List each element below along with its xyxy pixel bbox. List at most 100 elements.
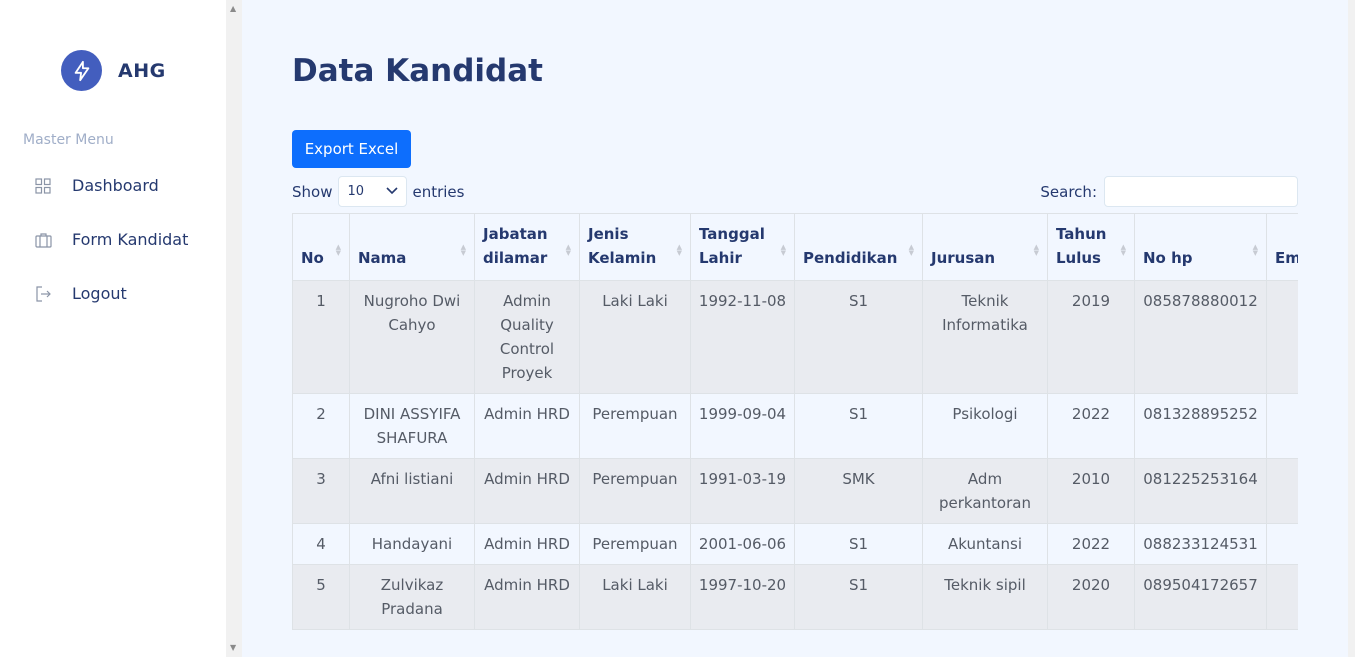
table-row: 5 Zulvikaz Pradana Admin HRD Laki Laki 1997-… — [292, 564, 1298, 630]
column-header-jabatan[interactable]: Jabatan dilamar ▲ ▼ — [474, 213, 580, 281]
table-cell: Adm perkantoran — [922, 458, 1048, 524]
table-row: 2 DINI ASSYIFA SHAFURA Admin HRD Perempuan 1… — [292, 393, 1298, 459]
table-cell — [1266, 458, 1298, 524]
table-cell: Handayani — [349, 523, 475, 565]
table-cell: Laki Laki — [579, 280, 691, 394]
table-cell: Perempuan — [579, 393, 691, 459]
table-cell: S1 — [794, 564, 923, 630]
search-control: Search: — [1040, 176, 1298, 207]
table-cell: 089504172657 — [1134, 564, 1267, 630]
table-cell — [1266, 393, 1298, 459]
sidebar-item-logout[interactable]: Logout — [34, 284, 127, 303]
brand-name: AHG — [118, 59, 166, 82]
table-cell: 1997-10-20 — [690, 564, 795, 630]
table-cell: Admin Quality Control Proyek — [474, 280, 580, 394]
briefcase-icon — [34, 231, 52, 249]
sidebar-item-label: Dashboard — [72, 176, 159, 195]
sort-icon: ▲ ▼ — [565, 243, 571, 257]
table-cell: 081225253164 — [1134, 458, 1267, 524]
column-header-email[interactable]: Em — [1266, 213, 1298, 281]
table-cell: 2022 — [1047, 523, 1135, 565]
table-cell — [1266, 523, 1298, 565]
sort-icon: ▲ ▼ — [1252, 243, 1258, 257]
menu-section-title: Master Menu — [23, 132, 114, 148]
sidebar-item-dashboard[interactable]: Dashboard — [34, 176, 159, 195]
table-cell: S1 — [794, 393, 923, 459]
column-header-jurusan[interactable]: Jurusan ▲ ▼ — [922, 213, 1048, 281]
scroll-up-icon[interactable]: ▲ — [230, 4, 236, 13]
table-cell: 4 — [292, 523, 350, 565]
sort-icon: ▲ ▼ — [1120, 243, 1126, 257]
grid-icon — [34, 177, 52, 195]
kandidat-table: No ▲ ▼ Nama ▲ ▼ Jabatan dilamar ▲ ▼ Jenis Kela… — [292, 213, 1298, 630]
table-cell: 2019 — [1047, 280, 1135, 394]
table-row: 4 Handayani Admin HRD Perempuan 2001-06-06 S1… — [292, 523, 1298, 565]
export-excel-button[interactable]: Export Excel — [292, 130, 411, 168]
table-cell: Afni listiani — [349, 458, 475, 524]
table-cell: Perempuan — [579, 523, 691, 565]
page-length-value: 10 — [347, 184, 365, 199]
column-header-tanggal-lahir[interactable]: Tanggal Lahir ▲ ▼ — [690, 213, 795, 281]
table-cell: 085878880012 — [1134, 280, 1267, 394]
sidebar-item-label: Logout — [72, 284, 127, 303]
table-cell: 2022 — [1047, 393, 1135, 459]
sort-icon: ▲ ▼ — [335, 243, 341, 257]
column-header-no-hp[interactable]: No hp ▲ ▼ — [1134, 213, 1267, 281]
table-cell: 2001-06-06 — [690, 523, 795, 565]
table-cell: DINI ASSYIFA SHAFURA — [349, 393, 475, 459]
chevron-down-icon — [386, 184, 399, 199]
page-scrollbar[interactable] — [1348, 0, 1355, 657]
table-cell: Admin HRD — [474, 393, 580, 459]
table-container: No ▲ ▼ Nama ▲ ▼ Jabatan dilamar ▲ ▼ Jenis Kela… — [292, 213, 1298, 657]
table-cell: 3 — [292, 458, 350, 524]
column-header-pendidikan[interactable]: Pendidikan ▲ ▼ — [794, 213, 923, 281]
column-header-nama[interactable]: Nama ▲ ▼ — [349, 213, 475, 281]
logout-icon — [34, 285, 52, 303]
page-length-select[interactable]: 10 — [338, 176, 408, 207]
sidebar-scrollbar[interactable]: ▲ ▼ — [226, 0, 242, 657]
table-cell: Admin HRD — [474, 564, 580, 630]
table-row: 1 Nugroho Dwi Cahyo Admin Quality Control … — [292, 280, 1298, 394]
table-cell — [1266, 280, 1298, 394]
main-content: Data Kandidat Export Excel Show 10 entri… — [242, 0, 1355, 657]
search-input[interactable] — [1104, 176, 1298, 207]
table-cell: 1 — [292, 280, 350, 394]
show-label: Show — [292, 182, 333, 201]
sort-icon: ▲ ▼ — [1033, 243, 1039, 257]
scroll-down-icon[interactable]: ▼ — [230, 643, 236, 652]
column-header-jenis-kelamin[interactable]: Jenis Kelamin ▲ ▼ — [579, 213, 691, 281]
table-row: 3 Afni listiani Admin HRD Perempuan 1991-03-… — [292, 458, 1298, 524]
sort-icon: ▲ ▼ — [908, 243, 914, 257]
brand[interactable]: AHG — [61, 50, 166, 91]
table-cell: 2 — [292, 393, 350, 459]
table-cell: Zulvikaz Pradana — [349, 564, 475, 630]
table-cell: Teknik Informatika — [922, 280, 1048, 394]
sidebar: AHG Master Menu Dashboard Form Kandidat … — [0, 0, 226, 657]
sort-icon: ▲ ▼ — [676, 243, 682, 257]
table-cell: S1 — [794, 523, 923, 565]
table-cell: 1992-11-08 — [690, 280, 795, 394]
table-cell: Laki Laki — [579, 564, 691, 630]
table-cell: 1991-03-19 — [690, 458, 795, 524]
search-label: Search: — [1040, 182, 1097, 201]
column-header-tahun-lulus[interactable]: Tahun Lulus ▲ ▼ — [1047, 213, 1135, 281]
page-title: Data Kandidat — [292, 53, 543, 89]
sort-icon: ▲ ▼ — [780, 243, 786, 257]
table-cell: 2020 — [1047, 564, 1135, 630]
sidebar-item-form-kandidat[interactable]: Form Kandidat — [34, 230, 188, 249]
table-cell — [1266, 564, 1298, 630]
table-cell: 081328895252 — [1134, 393, 1267, 459]
sort-icon: ▲ ▼ — [460, 243, 466, 257]
table-cell: 088233124531 — [1134, 523, 1267, 565]
table-cell: Psikologi — [922, 393, 1048, 459]
bolt-icon — [61, 50, 102, 91]
table-cell: Perempuan — [579, 458, 691, 524]
table-cell: Admin HRD — [474, 458, 580, 524]
sidebar-item-label: Form Kandidat — [72, 230, 189, 249]
column-header-no[interactable]: No ▲ ▼ — [292, 213, 350, 281]
table-cell: 1999-09-04 — [690, 393, 795, 459]
table-cell: SMK — [794, 458, 923, 524]
table-cell: Teknik sipil — [922, 564, 1048, 630]
table-cell: 5 — [292, 564, 350, 630]
table-cell: Nugroho Dwi Cahyo — [349, 280, 475, 394]
